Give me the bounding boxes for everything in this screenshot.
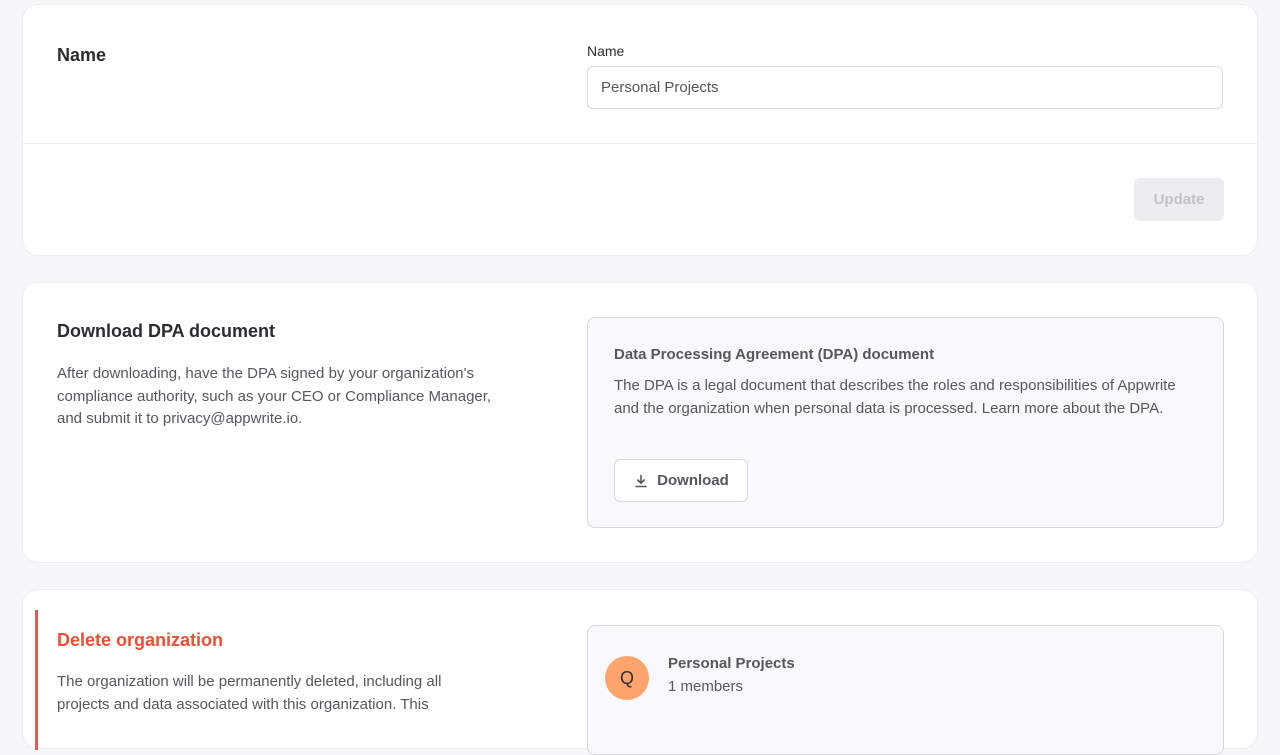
dpa-box-description: The DPA is a legal document that describ… [614, 377, 1176, 417]
dpa-info-box: Data Processing Agreement (DPA) document… [587, 317, 1224, 528]
dpa-section-description: After downloading, have the DPA signed b… [57, 365, 492, 427]
delete-org-card: Delete organization The organization wil… [22, 589, 1258, 755]
download-icon [635, 474, 647, 487]
download-button[interactable]: Download [614, 459, 748, 502]
org-members-count: 1 members [668, 678, 744, 695]
org-avatar: Q [605, 656, 649, 700]
card-divider [23, 143, 1257, 144]
name-section-title: Name [57, 45, 107, 65]
name-input[interactable] [587, 66, 1223, 109]
org-name: Personal Projects [668, 655, 795, 672]
danger-accent-bar [35, 610, 38, 750]
dpa-card: Download DPA document After downloading,… [22, 282, 1258, 563]
name-card: Name Name Update [22, 4, 1258, 256]
org-info-box: Q Personal Projects 1 members [587, 625, 1224, 755]
dpa-section-title: Download DPA document [57, 321, 275, 341]
delete-section-description: The organization will be permanently del… [57, 673, 442, 713]
download-label: Download [657, 472, 729, 489]
dpa-box-title: Data Processing Agreement (DPA) document [614, 346, 935, 363]
delete-section-title: Delete organization [57, 630, 224, 650]
update-button[interactable]: Update [1134, 178, 1224, 221]
name-field-label: Name [587, 43, 625, 59]
